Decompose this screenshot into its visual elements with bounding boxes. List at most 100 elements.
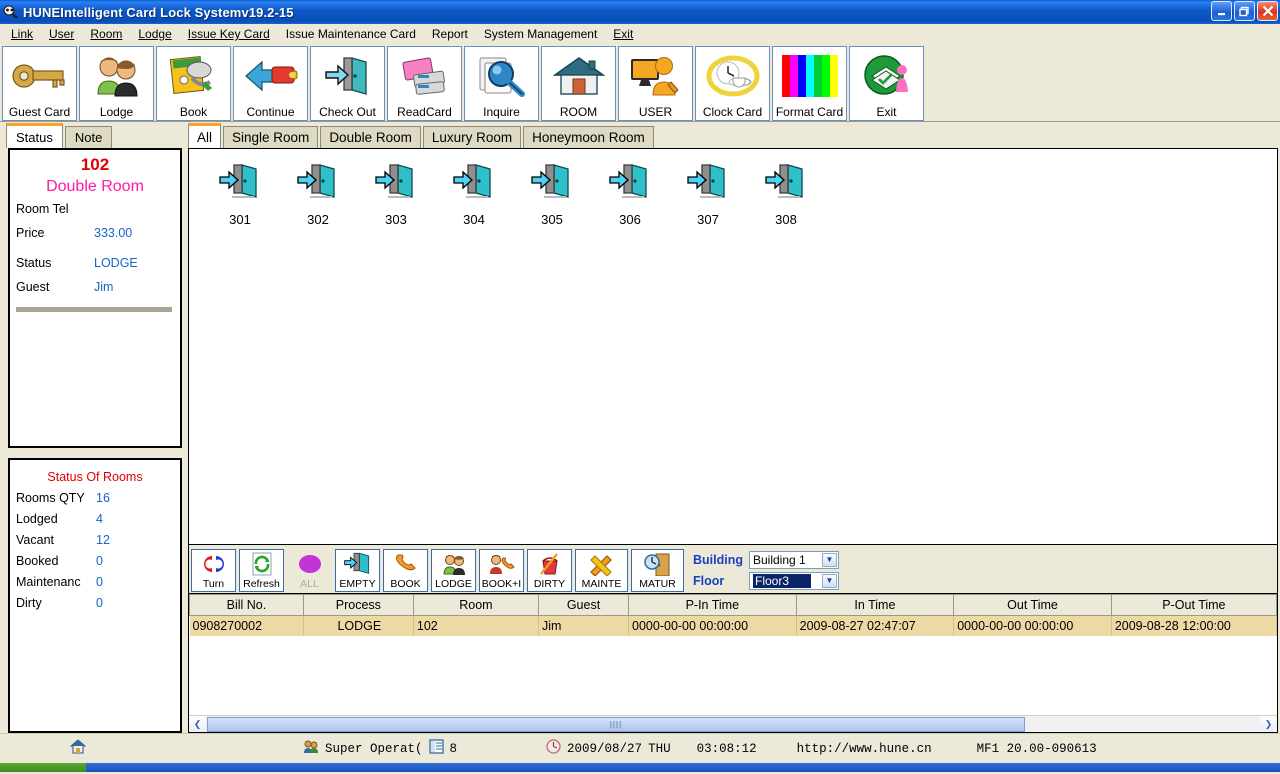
filter-button-turn[interactable]: Turn (191, 548, 236, 592)
scroll-left-button[interactable]: ❮ (189, 715, 206, 732)
menu-system-management[interactable]: System Management (476, 26, 605, 42)
statusbar-home (69, 739, 87, 758)
tab-label: Luxury Room (431, 130, 513, 145)
toolbar-button-clock-card[interactable]: Clock Card (695, 46, 770, 121)
purple-circle-icon (297, 550, 323, 578)
room-item-304[interactable]: 304 (435, 163, 513, 227)
tab-label: Note (74, 130, 103, 145)
floor-label: Floor (693, 573, 725, 588)
rooms-pane: 301 302 303 304 305 306 307 308 (188, 148, 1278, 545)
tab-label: Double Room (329, 130, 412, 145)
menu-link[interactable]: Link (3, 26, 41, 42)
tab-honeymoon-room[interactable]: Honeymoon Room (523, 126, 654, 148)
filter-button-book-plus[interactable]: BOOK+I (479, 548, 524, 592)
room-item-305[interactable]: 305 (513, 163, 591, 227)
house-icon (69, 739, 87, 758)
statusbar-url[interactable]: http://www.hune.cn (797, 742, 932, 756)
minimize-button[interactable] (1211, 1, 1232, 21)
field-room-tel: Room Tel (16, 197, 174, 221)
toolbar-button-guest-card[interactable]: Guest Card (2, 46, 77, 121)
toolbar-button-room[interactable]: ROOM (541, 46, 616, 121)
tab-luxury-room[interactable]: Luxury Room (422, 126, 522, 148)
toolbar-label: ReadCard (397, 105, 452, 119)
toolbar-button-format-card[interactable]: Format Card (772, 46, 847, 121)
filter-button-mainte[interactable]: MAINTE (575, 548, 628, 592)
maximize-button[interactable] (1234, 1, 1255, 21)
building-select[interactable]: Building 1 ▼ (749, 550, 839, 569)
cell-in-time: 2009-08-27 02:47:07 (796, 615, 955, 636)
clock-cup-icon (696, 47, 769, 105)
menu-report[interactable]: Report (424, 26, 476, 42)
column-header-room[interactable]: Room (412, 594, 539, 616)
filter-label: EMPTY (339, 577, 376, 590)
stat-value: 0 (96, 554, 103, 568)
menu-user[interactable]: User (41, 26, 82, 42)
tab-all[interactable]: All (188, 123, 222, 148)
scrollbar-thumb[interactable]: |||| (207, 716, 1025, 732)
room-item-303[interactable]: 303 (357, 163, 435, 227)
stat-dirty: Dirty 0 (16, 593, 174, 614)
stat-label: Booked (16, 554, 59, 568)
toolbar-button-book[interactable]: Book (156, 46, 231, 121)
tab-status[interactable]: Status (6, 123, 63, 148)
toolbar-button-continue[interactable]: Continue (233, 46, 308, 121)
filter-button-matur[interactable]: MATUR (631, 548, 684, 592)
horizontal-scrollbar[interactable]: ❮ |||| ❯ (189, 715, 1277, 732)
scrollbar-track[interactable] (1026, 717, 1260, 732)
stat-rooms-qty: Rooms QTY 16 (16, 488, 174, 509)
filter-button-refresh[interactable]: Refresh (239, 548, 284, 592)
stat-value: 0 (96, 575, 103, 589)
door-arrow-icon (452, 163, 496, 208)
taskbar-strip[interactable] (86, 763, 1280, 772)
menu-exit[interactable]: Exit (605, 26, 641, 42)
pink-card-reader-icon (388, 47, 461, 105)
table-row[interactable]: 0908270002 LODGE 102 Jim 0000-00-00 00:0… (189, 615, 1277, 636)
stat-value: 12 (96, 533, 110, 547)
work-area: Status Note 102 Double Room Room Tel Pri… (0, 122, 1280, 733)
menu-lodge[interactable]: Lodge (130, 26, 179, 42)
taskbar-start-strip[interactable] (0, 763, 86, 772)
room-status-title: Status Of Rooms (47, 470, 143, 484)
column-header-p-out-time[interactable]: P-Out Time (1110, 594, 1277, 616)
cell-out-time: 0000-00-00 00:00:00 (953, 615, 1112, 636)
scroll-right-button[interactable]: ❯ (1260, 715, 1277, 732)
column-header-p-in-time[interactable]: P-In Time (628, 594, 797, 616)
toolbar-button-check-out[interactable]: Check Out (310, 46, 385, 121)
toolbar-button-inquire[interactable]: Inquire (464, 46, 539, 121)
tab-note[interactable]: Note (64, 126, 113, 148)
column-header-process[interactable]: Process (302, 594, 414, 616)
toolbar-label: Inquire (483, 105, 520, 119)
tab-double-room[interactable]: Double Room (320, 126, 421, 148)
toolbar-button-user[interactable]: USER (618, 46, 693, 121)
tab-label: Status (16, 129, 53, 145)
menu-room[interactable]: Room (82, 26, 130, 42)
column-header-guest[interactable]: Guest (537, 594, 630, 616)
floor-select[interactable]: Floor3 ▼ (749, 571, 839, 590)
column-header-bill-no[interactable]: Bill No. (189, 594, 304, 616)
filter-label: Turn (202, 577, 225, 590)
filter-button-book[interactable]: BOOK (383, 548, 428, 592)
toolbar-label: Lodge (99, 105, 134, 119)
toolbar-button-readcard[interactable]: ReadCard (387, 46, 462, 121)
room-number-label: 307 (697, 212, 719, 227)
filter-button-lodge[interactable]: LODGE (431, 548, 476, 592)
room-item-301[interactable]: 301 (201, 163, 279, 227)
room-item-306[interactable]: 306 (591, 163, 669, 227)
toolbar-button-lodge[interactable]: Lodge (79, 46, 154, 121)
chevron-down-icon[interactable]: ▼ (822, 552, 837, 567)
room-item-307[interactable]: 307 (669, 163, 747, 227)
chevron-down-icon[interactable]: ▼ (822, 573, 837, 588)
filter-button-dirty[interactable]: DIRTY (527, 548, 572, 592)
toolbar-button-exit[interactable]: Exit (849, 46, 924, 121)
column-header-in-time[interactable]: In Time (795, 594, 955, 616)
filter-button-empty[interactable]: EMPTY (335, 548, 380, 592)
tab-single-room[interactable]: Single Room (223, 126, 319, 148)
column-header-out-time[interactable]: Out Time (953, 594, 1112, 616)
room-item-302[interactable]: 302 (279, 163, 357, 227)
menu-issue-maintenance-card[interactable]: Issue Maintenance Card (278, 26, 424, 42)
room-item-308[interactable]: 308 (747, 163, 825, 227)
turn-arrows-icon (199, 550, 229, 578)
menu-issue-key-card[interactable]: Issue Key Card (180, 26, 278, 42)
close-button[interactable] (1257, 1, 1278, 21)
filter-button-all[interactable]: ALL (287, 548, 332, 592)
